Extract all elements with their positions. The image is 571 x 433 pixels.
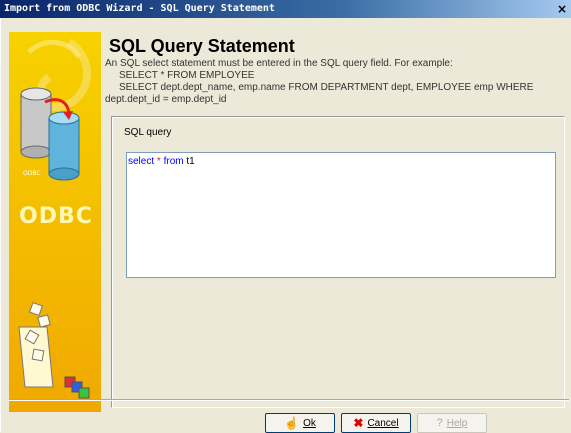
table-name: t1 bbox=[186, 156, 195, 167]
cancel-button-label: Cancel bbox=[367, 417, 399, 429]
ok-button-label: Ok bbox=[303, 417, 316, 429]
cancel-button[interactable]: ✖ Cancel bbox=[341, 413, 411, 433]
hand-icon: ☝ bbox=[284, 416, 300, 430]
button-separator bbox=[9, 399, 569, 401]
query-panel: SQL query select * from t1 bbox=[111, 116, 565, 408]
tools-icon bbox=[18, 301, 90, 399]
page-description: An SQL select statement must be entered … bbox=[105, 58, 533, 106]
help-button[interactable]: ? Help bbox=[417, 413, 487, 433]
window-title: Import from ODBC Wizard - SQL Query Stat… bbox=[4, 3, 275, 14]
keyword-from: from bbox=[163, 156, 184, 167]
wizard-window: ODBC ODBC SQL Query Statement An SQL sel… bbox=[0, 18, 571, 432]
title-bar: Import from ODBC Wizard - SQL Query Stat… bbox=[0, 0, 571, 18]
example-query-1: SELECT * FROM EMPLOYEE bbox=[119, 70, 255, 81]
close-button[interactable]: × bbox=[555, 2, 569, 16]
page-title: SQL Query Statement bbox=[109, 36, 295, 56]
db-odbc-label: ODBC bbox=[23, 170, 41, 177]
wizard-content: SQL Query Statement An SQL select statem… bbox=[101, 32, 571, 412]
odbc-logo-text: ODBC bbox=[19, 204, 93, 229]
keyword-select: select bbox=[128, 156, 155, 167]
query-label: SQL query bbox=[124, 127, 172, 138]
ok-button[interactable]: ☝ Ok bbox=[265, 413, 335, 433]
help-icon: ? bbox=[436, 417, 443, 429]
cancel-icon: ✖ bbox=[353, 416, 364, 430]
help-button-label: Help bbox=[446, 417, 468, 429]
example-query-2: SELECT dept.dept_name, emp.name FROM DEP… bbox=[119, 82, 534, 93]
sql-query-editor[interactable]: select * from t1 bbox=[126, 152, 556, 278]
star-token: * bbox=[156, 156, 161, 167]
description-line: An SQL select statement must be entered … bbox=[105, 58, 453, 69]
example-query-2-continued: dept.dept_id = emp.dept_id bbox=[105, 94, 227, 105]
wizard-side-banner: ODBC ODBC bbox=[9, 32, 101, 412]
